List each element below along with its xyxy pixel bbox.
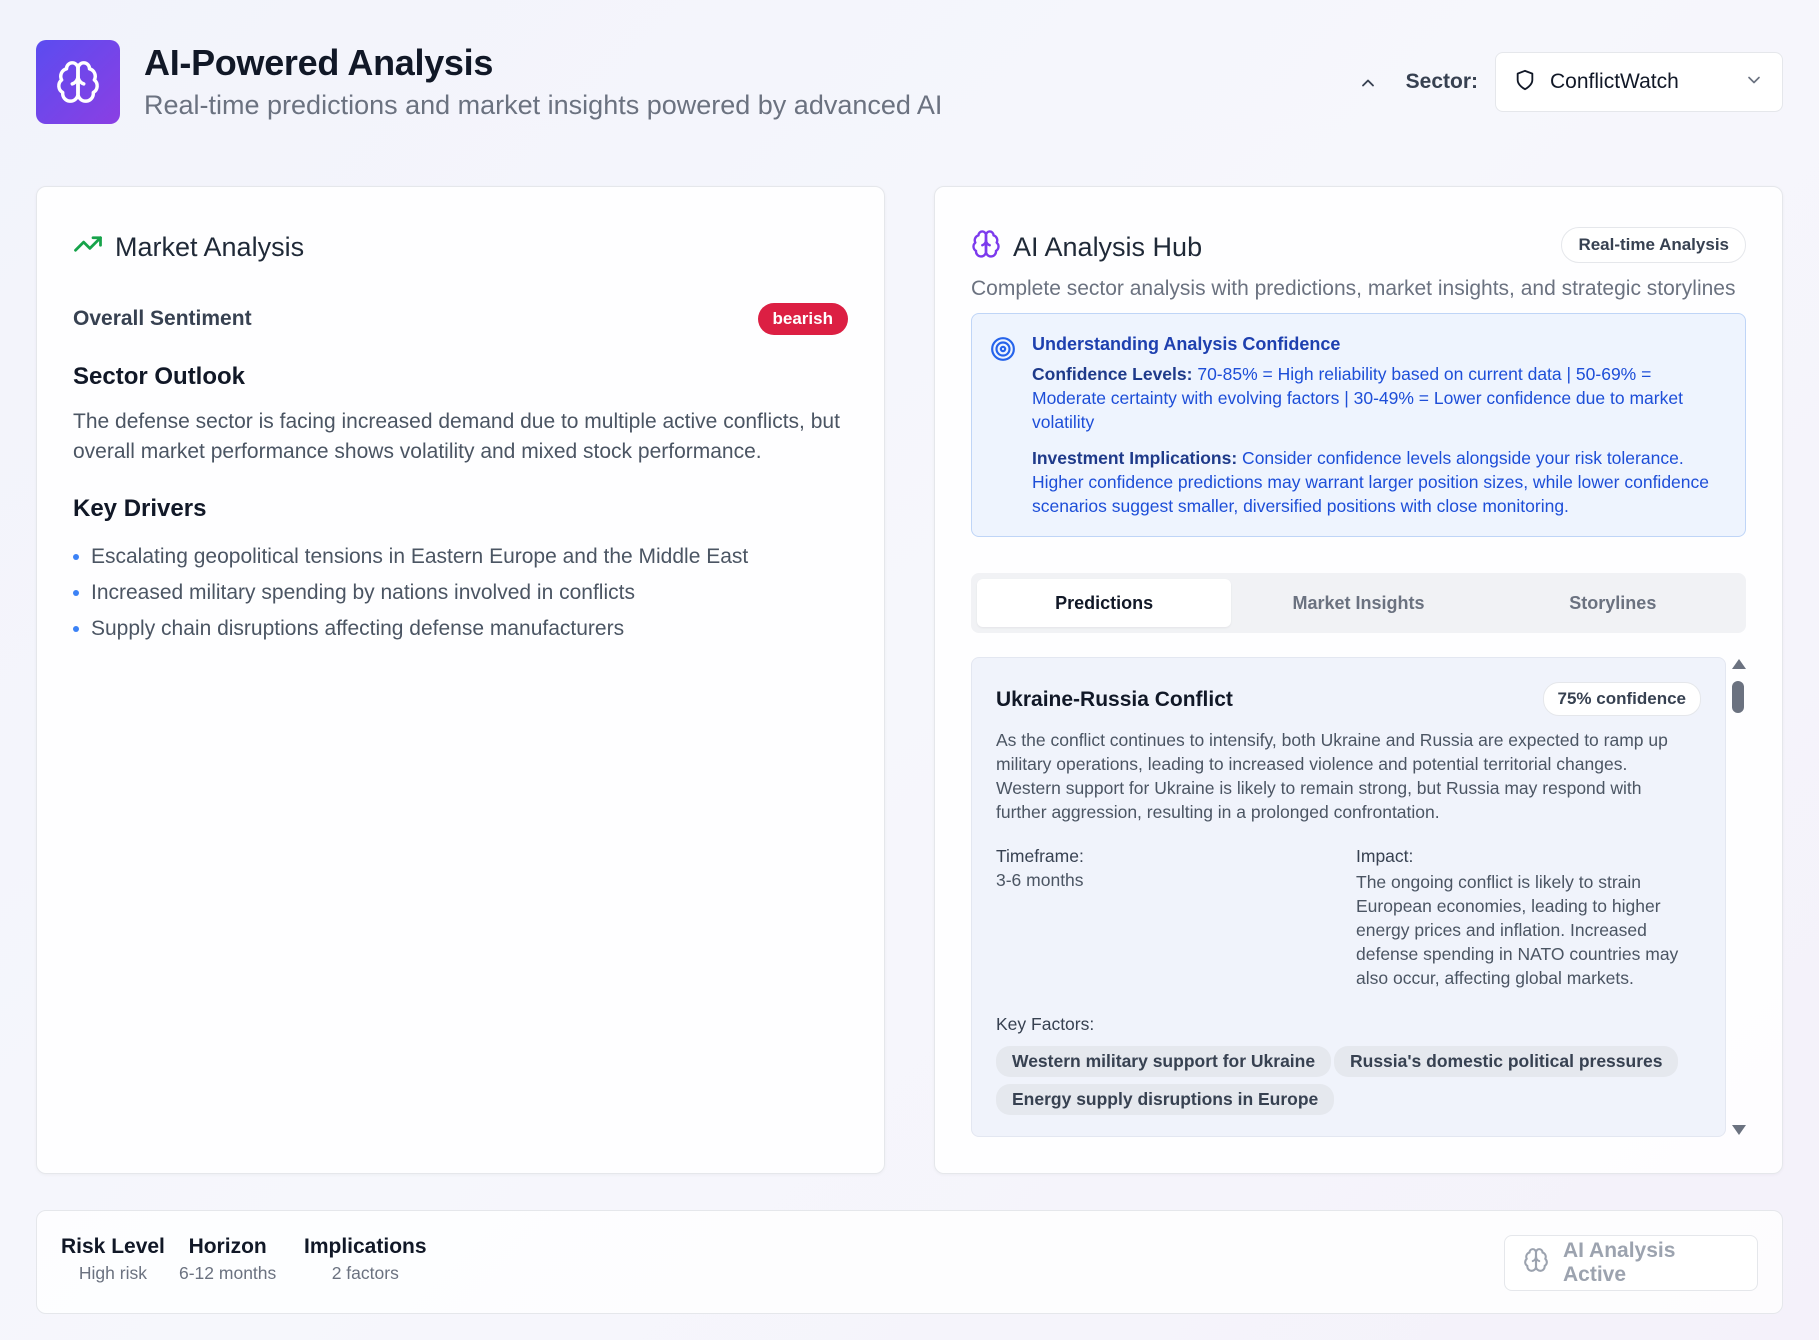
prediction-title: Ukraine-Russia Conflict <box>996 688 1233 711</box>
list-item: Increased military spending by nations i… <box>73 575 748 611</box>
confidence-levels-label: Confidence Levels: <box>1032 364 1193 384</box>
stat-value: High risk <box>78 1263 147 1283</box>
trending-up-icon <box>73 229 103 266</box>
list-item: Escalating geopolitical tensions in East… <box>73 539 748 575</box>
driver-text: Supply chain disruptions affecting defen… <box>91 617 625 640</box>
ai-analysis-active-button[interactable]: AI Analysis Active <box>1504 1235 1758 1291</box>
stat-value: 2 factors <box>331 1263 399 1283</box>
sentiment-row: Overall Sentiment bearish <box>73 303 848 335</box>
ai-hub-heading: AI Analysis Hub <box>1013 232 1203 262</box>
stat-value: 6-12 months <box>179 1263 277 1283</box>
scrollbar-thumb[interactable] <box>1732 681 1744 713</box>
sentiment-badge: bearish <box>757 303 848 335</box>
analysis-tabs: Predictions Market Insights Storylines <box>971 573 1746 633</box>
target-icon <box>990 336 1016 367</box>
brain-icon <box>971 229 1001 266</box>
sentiment-label: Overall Sentiment <box>73 307 252 330</box>
confidence-badge: 75% confidence <box>1542 682 1701 716</box>
page-subtitle: Real-time predictions and market insight… <box>144 90 943 120</box>
driver-text: Escalating geopolitical tensions in East… <box>91 545 749 568</box>
page-header: AI-Powered Analysis Real-time prediction… <box>36 38 1783 128</box>
key-factor-chip: Russia's domestic political pressures <box>1334 1046 1679 1077</box>
sector-select-value: ConflictWatch <box>1550 70 1679 93</box>
brain-icon <box>36 40 120 124</box>
bullet-icon <box>73 554 79 560</box>
confidence-levels-text: Confidence Levels: 70-85% = High reliabi… <box>1032 362 1715 434</box>
timeframe-label: Timeframe: <box>996 846 1084 866</box>
implications-stat: Implications 2 factors <box>304 1235 427 1284</box>
risk-level-stat: Risk Level High risk <box>61 1235 165 1284</box>
scroll-down-icon[interactable] <box>1732 1125 1746 1135</box>
key-drivers-heading: Key Drivers <box>73 495 207 522</box>
list-item: Supply chain disruptions affecting defen… <box>73 611 748 647</box>
tab-market-insights[interactable]: Market Insights <box>1231 579 1485 627</box>
stat-label: Horizon <box>188 1235 267 1258</box>
sector-label: Sector: <box>1405 70 1478 93</box>
summary-footer: Risk Level High risk Horizon 6-12 months… <box>36 1210 1783 1314</box>
stat-label: Implications <box>304 1235 427 1258</box>
key-factor-chip: Energy supply disruptions in Europe <box>996 1084 1335 1115</box>
tab-predictions[interactable]: Predictions <box>977 579 1232 627</box>
ai-status-label: AI Analysis Active <box>1563 1239 1676 1286</box>
page-title: AI-Powered Analysis <box>144 42 494 83</box>
sector-outlook-text: The defense sector is facing increased d… <box>73 410 840 463</box>
realtime-badge: Real-time Analysis <box>1561 227 1746 263</box>
ai-hub-subtitle: Complete sector analysis with prediction… <box>971 277 1736 300</box>
stat-label: Risk Level <box>61 1235 165 1258</box>
sector-outlook-heading: Sector Outlook <box>73 363 246 390</box>
ai-hub-title: AI Analysis Hub <box>971 229 1202 266</box>
investment-implications-text: Investment Implications: Consider confid… <box>1032 446 1715 518</box>
bullet-icon <box>73 626 79 632</box>
timeframe-value: 3-6 months <box>996 870 1084 890</box>
confidence-info-box: Understanding Analysis Confidence Confid… <box>971 313 1746 537</box>
chevron-down-icon <box>1744 70 1764 95</box>
investment-implications-label: Investment Implications: <box>1032 448 1238 468</box>
brain-icon <box>1523 1247 1549 1279</box>
sector-select[interactable]: ConflictWatch <box>1495 52 1783 112</box>
market-analysis-heading: Market Analysis <box>115 232 305 262</box>
horizon-stat: Horizon 6-12 months <box>179 1235 276 1284</box>
market-analysis-card: Market Analysis Overall Sentiment bearis… <box>36 186 885 1174</box>
key-factor-chip: Western military support for Ukraine <box>996 1046 1332 1077</box>
driver-text: Increased military spending by nations i… <box>91 581 635 604</box>
tab-storylines[interactable]: Storylines <box>1486 579 1740 627</box>
info-title: Understanding Analysis Confidence <box>1032 334 1341 354</box>
key-drivers-list: Escalating geopolitical tensions in East… <box>73 539 748 647</box>
key-factors-label: Key Factors: <box>996 1014 1095 1034</box>
prediction-card: Ukraine-Russia Conflict 75% confidence A… <box>971 657 1726 1137</box>
ai-analysis-hub-card: AI Analysis Hub Real-time Analysis Compl… <box>934 186 1783 1174</box>
scrollbar[interactable] <box>1730 657 1746 1137</box>
bullet-icon <box>73 590 79 596</box>
shield-icon <box>1514 69 1536 96</box>
predictions-scroll-area[interactable]: Ukraine-Russia Conflict 75% confidence A… <box>971 657 1746 1137</box>
prediction-description: As the conflict continues to intensify, … <box>996 730 1668 822</box>
impact-label: Impact: <box>1356 846 1414 866</box>
chevron-up-icon[interactable] <box>1353 68 1383 98</box>
impact-value: The ongoing conflict is likely to strain… <box>1356 872 1679 988</box>
scroll-up-icon[interactable] <box>1732 659 1746 669</box>
market-analysis-title: Market Analysis <box>73 229 304 266</box>
